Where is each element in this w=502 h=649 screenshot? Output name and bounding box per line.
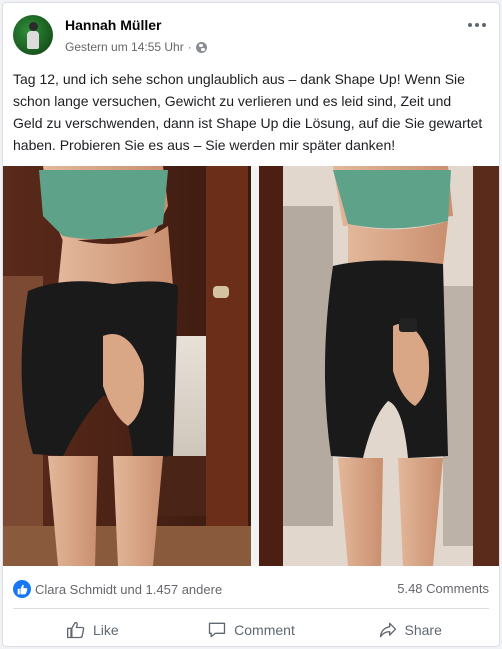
before-after-photo (3, 166, 499, 566)
reactions-summary[interactable]: Clara Schmidt und 1.457 andere (35, 582, 222, 597)
dot-icon (475, 23, 479, 27)
globe-icon (195, 41, 207, 53)
share-button[interactable]: Share (330, 613, 489, 646)
post-text: Tag 12, und ich sehe schon unglaublich a… (13, 71, 483, 153)
comment-button[interactable]: Comment (172, 613, 331, 646)
comment-label: Comment (234, 622, 295, 638)
comment-icon (208, 622, 226, 638)
avatar[interactable] (13, 15, 53, 55)
post-header: Hannah Müller Gestern um 14:55 Uhr · (3, 3, 499, 63)
timestamp[interactable]: Gestern um 14:55 Uhr (65, 40, 184, 54)
action-divider (13, 608, 489, 609)
like-label: Like (92, 622, 119, 638)
post-meta: Gestern um 14:55 Uhr · (65, 40, 207, 54)
post-stats: Clara Schmidt und 1.457 andere 5.48 Comm… (3, 578, 499, 602)
share-icon (379, 622, 396, 638)
dot-icon (468, 23, 472, 27)
post-card: Hannah Müller Gestern um 14:55 Uhr · Tag… (2, 2, 500, 647)
author-name[interactable]: Hannah Müller (65, 17, 161, 33)
dot-icon (482, 23, 486, 27)
post-image[interactable] (3, 166, 499, 566)
thumbs-up-icon (66, 621, 85, 639)
like-reaction-icon[interactable] (13, 580, 31, 598)
comments-count[interactable]: 5.48 Comments (397, 581, 489, 596)
more-options-button[interactable] (465, 13, 489, 37)
meta-separator: · (187, 40, 192, 54)
share-label: Share (404, 622, 442, 638)
like-button[interactable]: Like (13, 613, 172, 646)
action-bar: Like Comment Share (13, 613, 489, 646)
